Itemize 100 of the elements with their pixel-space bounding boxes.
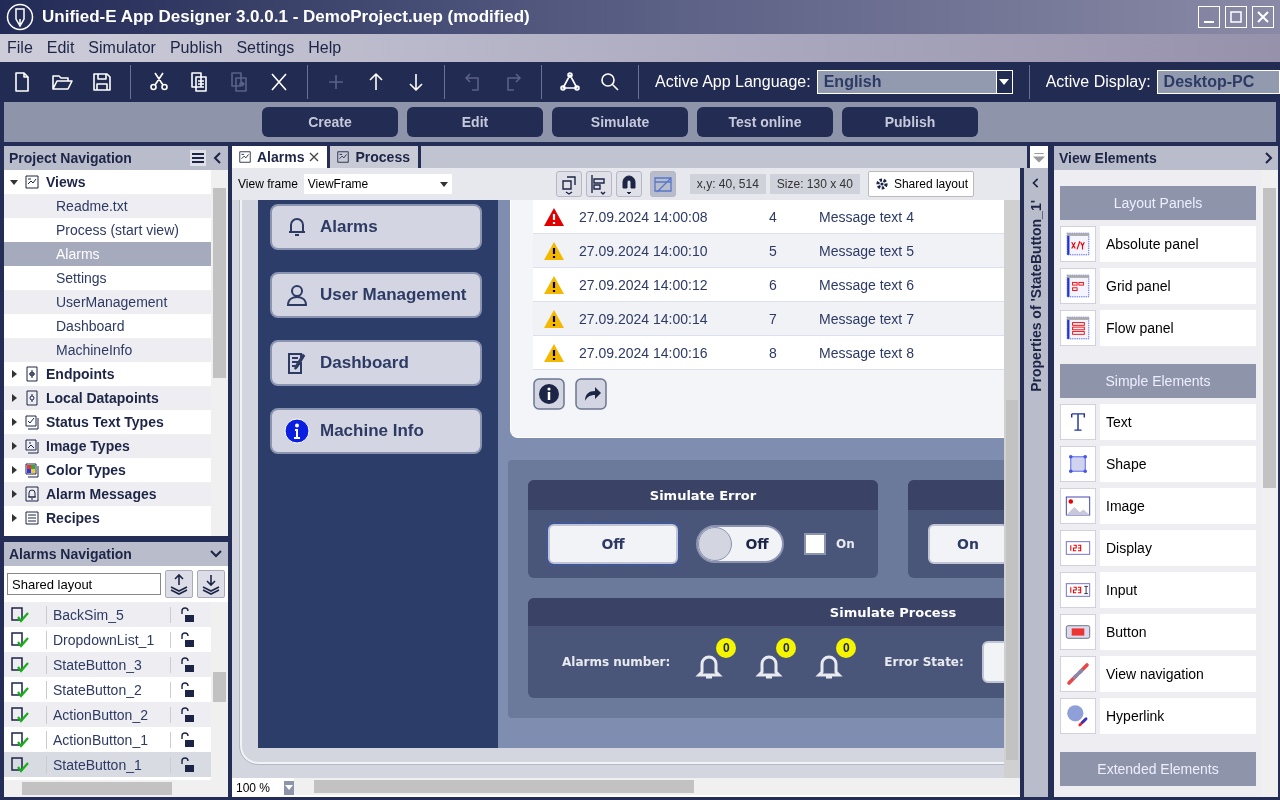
collapsed-arrow-icon[interactable]	[10, 466, 18, 474]
triangle-nodes-icon[interactable]	[558, 70, 582, 94]
menu-item[interactable]: Help	[308, 39, 342, 57]
collapsed-arrow-icon[interactable]	[10, 394, 18, 402]
element-item[interactable]: Text	[1100, 404, 1256, 440]
element-item[interactable]: Display	[1100, 530, 1256, 566]
mode-button[interactable]: Edit	[407, 107, 543, 137]
menu-item[interactable]: Publish	[169, 39, 223, 57]
grid-icon[interactable]	[649, 171, 676, 197]
expanded-arrow-icon[interactable]	[10, 178, 18, 186]
tree-item[interactable]: Endpoints	[46, 366, 115, 382]
element-item[interactable]: Hyperlink	[1100, 698, 1256, 734]
flow-panel-icon[interactable]	[1060, 310, 1096, 346]
align-icon[interactable]	[585, 171, 612, 197]
state-button[interactable]: On	[928, 524, 1004, 564]
element-item[interactable]: View navigation	[1100, 656, 1256, 692]
tree-item[interactable]: Status Text Types	[46, 414, 164, 430]
magnet-icon[interactable]	[615, 171, 642, 197]
mode-button[interactable]: Test online	[697, 107, 833, 137]
collapsed-arrow-icon[interactable]	[10, 442, 18, 450]
image-icon	[24, 438, 40, 454]
menu-item[interactable]: Simulator	[88, 39, 156, 57]
scrollbar[interactable]	[1004, 200, 1020, 778]
tab-overflow-icon[interactable]	[1030, 146, 1048, 168]
toggle-switch[interactable]: Off	[696, 525, 784, 563]
layout-field[interactable]: Shared layout	[7, 573, 161, 595]
absolute-panel-icon[interactable]	[1060, 226, 1096, 262]
element-item[interactable]: Button	[1100, 614, 1256, 650]
display-icon[interactable]	[1060, 530, 1096, 566]
chevron-left-icon[interactable]	[212, 150, 224, 166]
device-check-icon	[10, 655, 47, 674]
element-item[interactable]: Absolute panel	[1100, 226, 1256, 262]
collapsed-arrow-icon[interactable]	[10, 418, 18, 426]
element-item[interactable]: Grid panel	[1100, 268, 1256, 304]
mode-button[interactable]: Publish	[842, 107, 978, 137]
scrollbar[interactable]	[211, 602, 228, 780]
collapsed-arrow-icon[interactable]	[10, 370, 18, 378]
view-frame-dropdown[interactable]: ViewFrame	[303, 174, 452, 194]
grid-panel-icon[interactable]	[1060, 268, 1096, 304]
menu-item[interactable]: Edit	[46, 39, 75, 57]
caret-down-icon[interactable]	[439, 181, 448, 187]
collapsed-arrow-icon[interactable]	[10, 514, 18, 522]
input-icon[interactable]	[1060, 572, 1096, 608]
navigation-button[interactable]: User Management	[270, 272, 482, 318]
menu-icon[interactable]	[190, 150, 206, 166]
navigation-button[interactable]: Dashboard	[270, 340, 482, 386]
tree-item[interactable]: Settings	[4, 266, 211, 290]
collapsed-arrow-icon[interactable]	[10, 490, 18, 498]
chevron-right-icon[interactable]	[1262, 150, 1274, 166]
button-icon[interactable]	[1060, 614, 1096, 650]
alarm-time: 27.09.2024 14:00:10	[579, 242, 709, 259]
language-dropdown[interactable]: English	[816, 70, 1013, 94]
chevron-left-icon[interactable]	[1031, 176, 1041, 190]
shape-icon[interactable]	[1060, 446, 1096, 482]
text-icon[interactable]	[1060, 404, 1096, 440]
image-icon[interactable]	[1060, 488, 1096, 524]
element-item[interactable]: Shape	[1100, 446, 1256, 482]
tree-item[interactable]: UserManagement	[4, 290, 211, 314]
shared-layout-button[interactable]: Shared layout	[867, 171, 974, 197]
element-item[interactable]: DropdownList_1	[53, 631, 170, 648]
scrollbar[interactable]	[4, 780, 228, 797]
tree-item[interactable]: MachineInfo	[4, 338, 211, 362]
editor-tab[interactable]: Process	[330, 146, 418, 168]
zoom-dropdown[interactable]: 100 %	[232, 778, 294, 797]
tree-item[interactable]: Color Types	[46, 462, 126, 478]
navigation-button[interactable]: Machine Info	[270, 408, 482, 454]
chevron-down-icon[interactable]	[208, 548, 224, 560]
mode-button[interactable]: Create	[262, 107, 398, 137]
scrollbar[interactable]	[211, 170, 228, 536]
save-icon[interactable]	[90, 70, 114, 94]
element-item[interactable]: StateButton_2	[53, 681, 170, 698]
editor-tab[interactable]: Alarms	[232, 146, 328, 168]
tree-item[interactable]: Views	[46, 174, 86, 190]
checkbox[interactable]	[804, 533, 826, 555]
properties-panel-tab[interactable]: Properties of 'StateButton_1'	[1024, 168, 1048, 797]
state-button[interactable]: Off	[548, 524, 678, 564]
alarm-message: Message text 6	[819, 276, 914, 293]
device-check-icon	[10, 680, 47, 699]
layers-up-icon[interactable]	[165, 570, 193, 598]
display-field[interactable]: Desktop-PC	[1156, 70, 1280, 94]
scrollbar[interactable]	[294, 778, 1020, 795]
maximize-icon[interactable]	[1225, 6, 1247, 28]
close-icon[interactable]	[309, 152, 320, 162]
element-item[interactable]: Input	[1100, 572, 1256, 608]
menu-item[interactable]: File	[7, 39, 33, 57]
caret-down-icon[interactable]	[999, 79, 1010, 85]
layers-down-icon[interactable]	[197, 570, 225, 598]
tree-item[interactable]: Process (start view)	[4, 218, 211, 242]
mode-button[interactable]: Simulate	[552, 107, 688, 137]
navigation-button[interactable]: Alarms	[270, 204, 482, 250]
tree-item[interactable]: Readme.txt	[4, 194, 211, 218]
info-icon[interactable]	[533, 378, 565, 410]
tree-item[interactable]: Recipes	[46, 510, 100, 526]
element-item[interactable]: ActionButton_1	[53, 731, 170, 748]
minimize-icon[interactable]	[1198, 6, 1220, 28]
arrange-icon[interactable]	[555, 171, 582, 197]
element-item[interactable]: Flow panel	[1100, 310, 1256, 346]
menu-item[interactable]: Settings	[236, 39, 295, 57]
element-item[interactable]: Image	[1100, 488, 1256, 524]
tree-item[interactable]: Dashboard	[4, 314, 211, 338]
